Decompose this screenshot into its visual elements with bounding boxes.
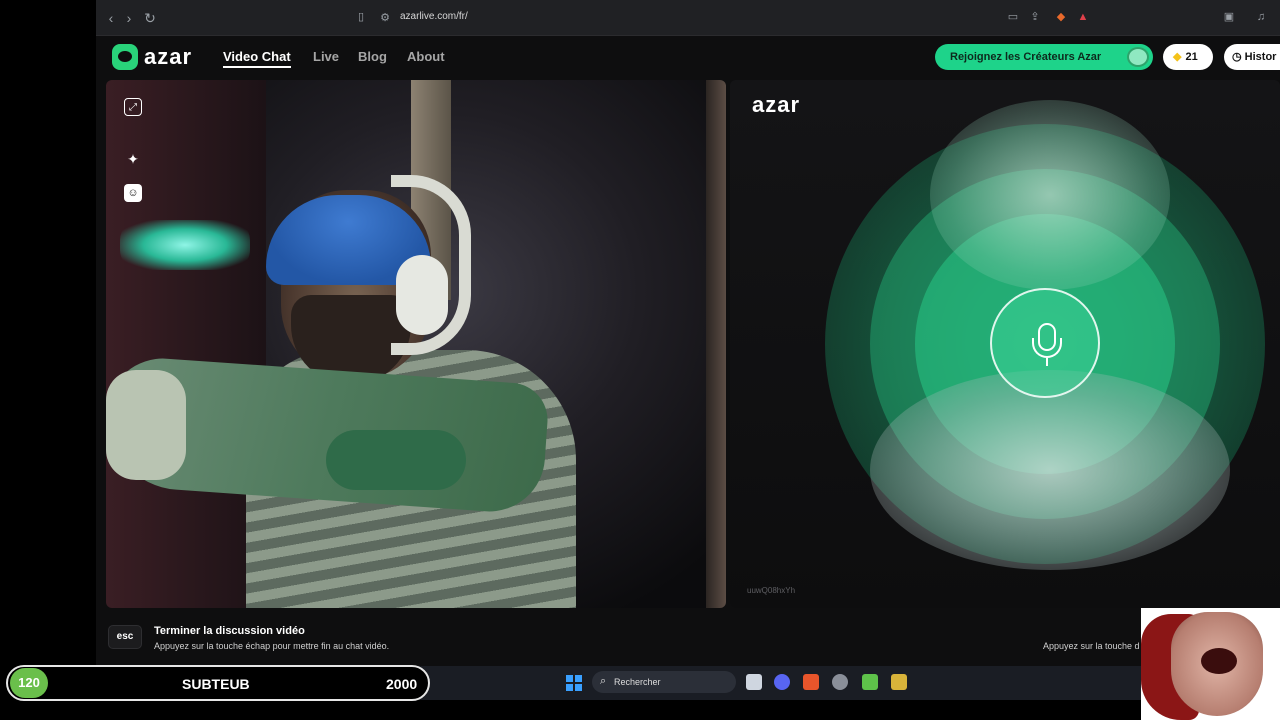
brave-shield-icon[interactable]: ◆ [1054,10,1068,24]
sub-goal-label: SUBTEUB [182,676,250,692]
expand-icon[interactable]: ⤢ [124,98,142,116]
end-chat-title: Terminer la discussion vidéo [154,625,305,637]
share-icon[interactable]: ⇪ [1028,10,1042,24]
join-creators-label: Rejoignez les Créateurs Azar [950,51,1102,63]
bluestacks-icon[interactable] [891,674,907,690]
person-hand [106,370,186,480]
video-door-frame [706,80,726,608]
microphone-button[interactable] [990,288,1100,398]
gems-count: 21 [1185,51,1198,63]
reload-icon[interactable]: ↻ [141,9,159,27]
azar-logo[interactable]: azar [112,44,192,70]
microphone-icon-stem [1046,358,1048,366]
pulse-blob-bottom [870,370,1230,570]
pulse-blob-top [930,100,1170,290]
remote-azar-logo: azar [752,92,801,117]
webcam-mouth [1201,648,1237,674]
sub-current-count: 120 [10,668,48,698]
search-icon: ⌕ [600,675,607,687]
back-icon[interactable]: ‹ [102,9,120,27]
windows-start-icon[interactable] [566,675,582,691]
app-icon[interactable] [832,674,848,690]
azar-page: azar Video Chat Live Blog About Rejoigne… [96,36,1280,666]
screen: ‹ › ↻ ▯ ⚙ azarlive.com/fr/ ▭ ⇪ ◆ ▲ ▣ ♫ a… [0,0,1280,720]
person-tattoo [326,430,466,490]
sub-goal-target: 2000 [386,676,418,692]
nav-live[interactable]: Live [313,49,339,64]
nav-video-chat[interactable]: Video Chat [223,49,291,68]
file-explorer-icon[interactable] [746,674,762,690]
esc-key-badge: esc [108,625,142,649]
gem-icon: ◆ [1173,51,1182,63]
remote-video-panel: azar uuwQ08hxYh [730,80,1280,608]
clock-icon: ◷ [1232,51,1242,63]
history-button[interactable]: ◷ Histor [1224,44,1280,70]
face-filter-icon[interactable]: ☺ [124,184,142,202]
video-light [120,220,250,270]
creator-badge-icon [1127,47,1149,67]
site-info-icon[interactable]: ⚙ [378,11,392,25]
taskbar-search-placeholder: Rechercher [614,677,661,687]
remote-user-id: uuwQ08hxYh [747,586,796,595]
history-label: Histor [1244,51,1277,63]
nav-about[interactable]: About [407,49,445,64]
cast-icon[interactable]: ▭ [1006,10,1020,24]
gems-button[interactable]: ◆ 21 [1163,44,1213,70]
url-text: azarlive.com/fr/ [400,11,468,22]
next-chat-hint: Appuyez sur la touche d [1043,641,1140,651]
sparkle-effects-icon[interactable]: ✦ [124,150,142,168]
taskbar-search[interactable]: ⌕ Rechercher [592,671,736,693]
streamer-webcam [1141,608,1280,720]
notepad-icon[interactable] [862,674,878,690]
browser-toolbar: ‹ › ↻ ▯ ⚙ azarlive.com/fr/ ▭ ⇪ ◆ ▲ ▣ ♫ [96,0,1280,36]
join-creators-button[interactable]: Rejoignez les Créateurs Azar [935,44,1153,70]
sub-goal-bar: 120 SUBTEUB 2000 [6,665,430,701]
headphone-cup [396,255,448,335]
discord-icon[interactable] [774,674,790,690]
azar-logo-icon [112,44,138,70]
sidebar-icon[interactable]: ▣ [1222,10,1236,24]
rewards-icon[interactable]: ▲ [1076,10,1090,24]
local-video-feed: ⤢ ✦ ☺ [106,80,726,608]
forward-icon[interactable]: › [120,9,138,27]
media-icon[interactable]: ♫ [1254,10,1268,24]
logo-text: azar [144,44,193,69]
microphone-icon-cup [1032,338,1062,358]
end-chat-subtitle: Appuyez sur la touche échap pour mettre … [154,641,390,651]
brave-browser-icon[interactable] [803,674,819,690]
nav-blog[interactable]: Blog [358,49,387,64]
